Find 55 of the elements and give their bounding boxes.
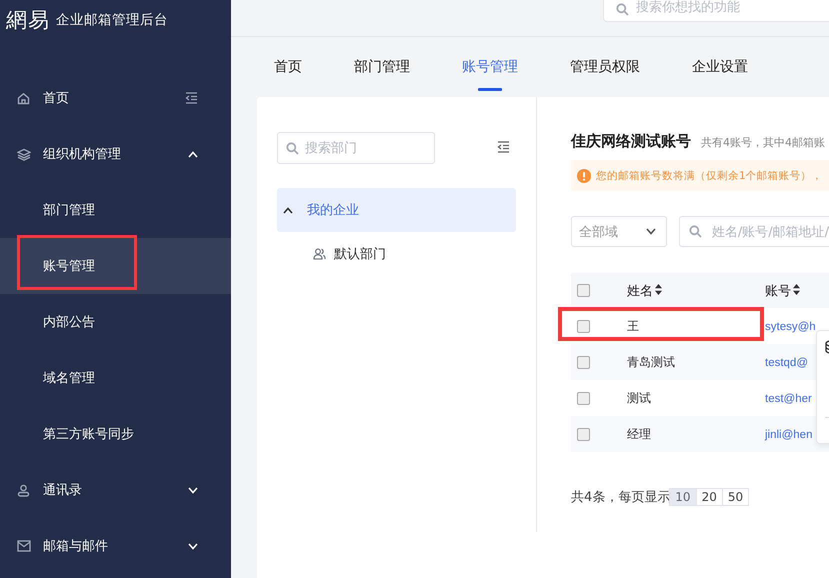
account-link[interactable]: test@her <box>765 393 812 405</box>
chevron-down-icon <box>188 542 198 550</box>
tab[interactable]: 账号管理 <box>462 42 518 92</box>
menu-item[interactable]: 部门管理 <box>0 182 231 238</box>
person-icon <box>17 484 30 496</box>
menu-item[interactable]: 通讯录 <box>0 462 231 518</box>
tree-item[interactable]: 我的企业 <box>277 188 516 232</box>
table-cell: 青岛测试 <box>627 354 675 368</box>
collapse-menu-icon <box>185 92 198 104</box>
account-summary: 共有4账号，其中4邮箱账 <box>701 135 825 150</box>
menu-item[interactable]: 首页 <box>0 70 231 126</box>
page-size-option[interactable]: 10 <box>669 488 697 506</box>
collapse-panel-icon[interactable] <box>497 141 510 153</box>
tab[interactable]: 部门管理 <box>354 42 410 92</box>
table-cell: 王 <box>627 318 639 332</box>
logo-mark: 網易 <box>6 7 50 34</box>
home-icon <box>17 92 30 104</box>
alert-banner: 您的邮箱账号数将满（仅剩余1个邮箱账号）， <box>571 160 829 191</box>
sort-icon <box>793 284 800 294</box>
column-header[interactable]: 账号 <box>765 284 791 298</box>
menu-item[interactable]: 邮箱与邮件 <box>0 518 231 574</box>
checkbox[interactable] <box>577 320 590 334</box>
mail-icon <box>17 540 31 552</box>
search-icon <box>286 142 299 154</box>
chevron-down-icon <box>646 228 656 235</box>
menu-item[interactable]: 组织机构管理 <box>0 126 231 182</box>
menu-item[interactable]: 内部公告 <box>0 294 231 350</box>
menu-item[interactable]: 账号管理 <box>0 238 231 294</box>
checkbox[interactable] <box>577 356 590 370</box>
menu-item[interactable]: 第三方账号同步 <box>0 406 231 462</box>
page-size-option[interactable]: 20 <box>696 488 723 506</box>
checkbox[interactable] <box>577 284 590 297</box>
search-icon <box>688 225 702 238</box>
people-icon <box>313 248 326 260</box>
chevron-up-icon <box>283 206 293 214</box>
page-size-option[interactable]: 50 <box>722 488 750 506</box>
layers-icon <box>17 148 31 160</box>
tab[interactable]: 管理员权限 <box>570 42 640 92</box>
chevron-down-icon <box>188 486 198 494</box>
warning-icon <box>577 168 591 182</box>
checkbox[interactable] <box>577 428 590 442</box>
panel-title: 佳庆网络测试账号 <box>571 132 691 151</box>
table-cell: 经理 <box>627 426 651 440</box>
sort-icon <box>655 284 662 294</box>
search-icon <box>616 3 629 16</box>
column-header[interactable]: 姓名 <box>627 284 653 298</box>
tab[interactable]: 首页 <box>274 42 302 92</box>
chevron-up-icon <box>188 150 198 158</box>
checkbox[interactable] <box>577 392 590 406</box>
table-cell: 测试 <box>627 390 651 404</box>
menu-item[interactable]: 域名管理 <box>0 350 231 406</box>
logo-title: 企业邮箱管理后台 <box>56 11 168 29</box>
tab[interactable]: 企业设置 <box>692 42 748 92</box>
tree-item[interactable]: 默认部门 <box>277 232 516 276</box>
account-link[interactable]: sytesy@h <box>765 321 816 333</box>
